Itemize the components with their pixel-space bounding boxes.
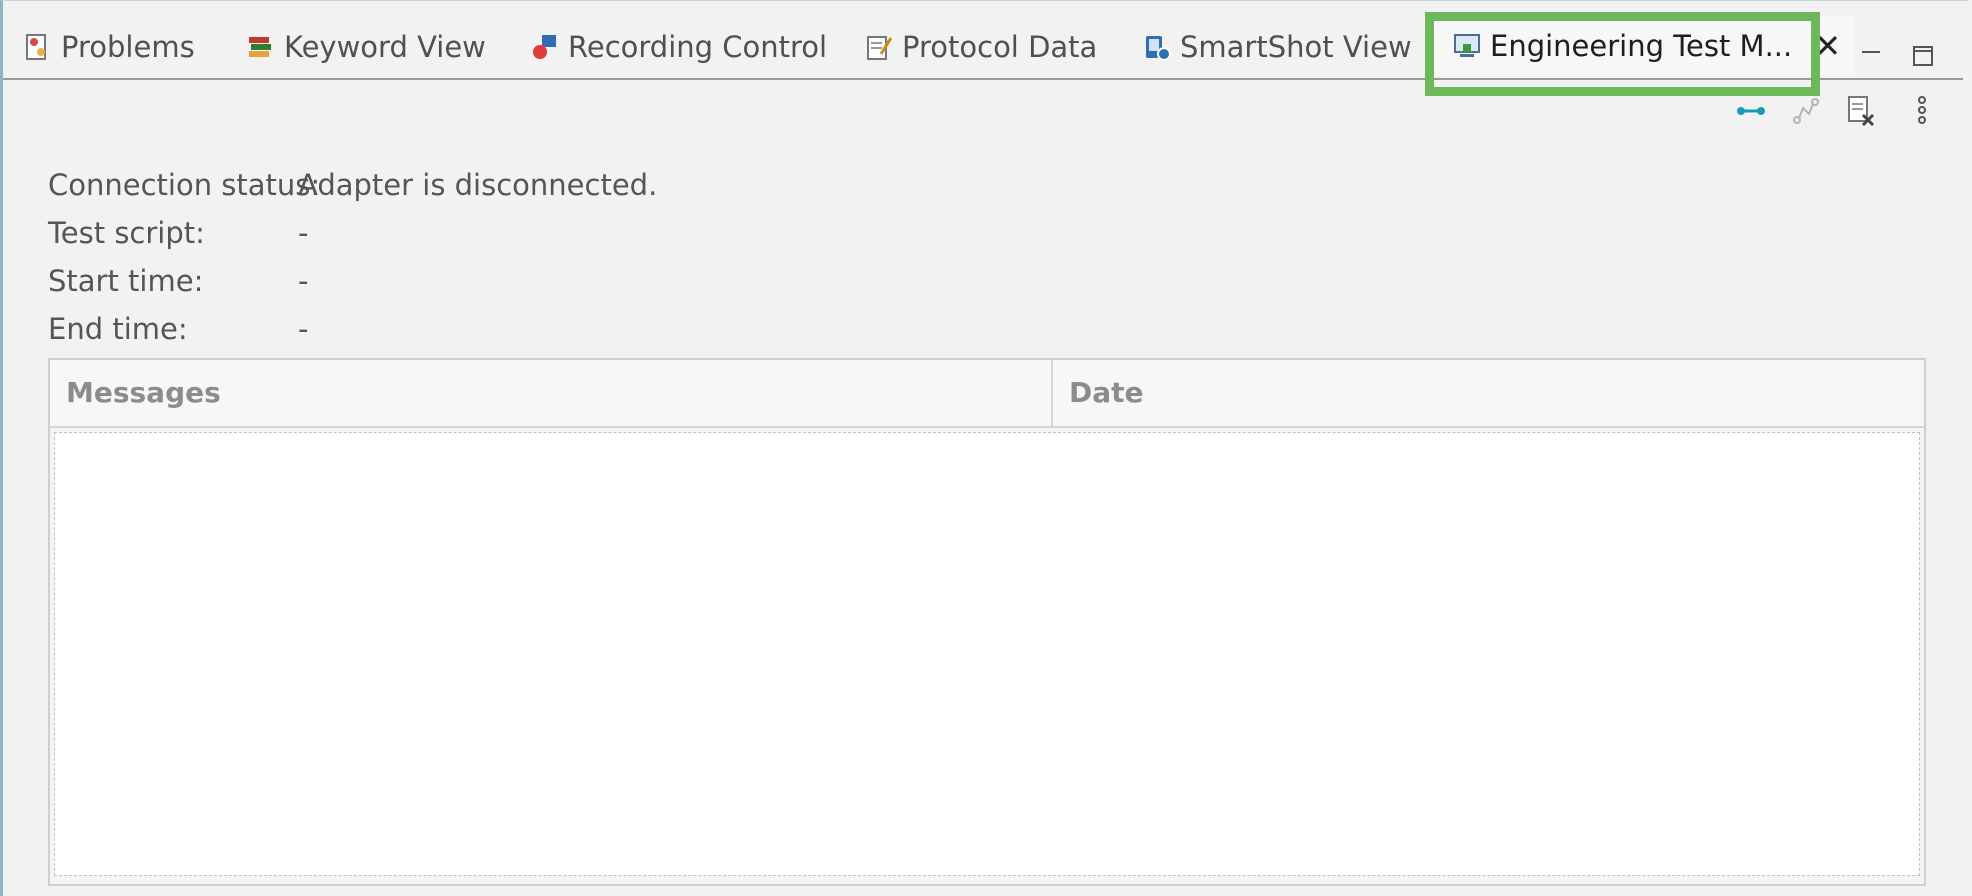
end-time-label: End time:	[48, 312, 188, 346]
keyword-view-icon	[246, 32, 276, 62]
tab-keyword-view-label: Keyword View	[284, 30, 486, 64]
tab-problems-label: Problems	[61, 30, 195, 64]
start-time-label: Start time:	[48, 264, 204, 298]
column-header-messages[interactable]: Messages	[50, 360, 1051, 426]
end-time-value: -	[298, 312, 309, 346]
tab-recording-control-label: Recording Control	[568, 30, 828, 64]
tab-protocol-data-label: Protocol Data	[902, 30, 1098, 64]
connection-status-value: Adapter is disconnected.	[298, 168, 658, 202]
clear-log-button[interactable]	[1844, 94, 1878, 128]
start-time-value: -	[298, 264, 309, 298]
connection-status-label: Connection status:	[48, 168, 321, 202]
recording-control-icon	[530, 32, 560, 62]
minimize-button[interactable]	[1859, 44, 1883, 68]
active-tab-highlight	[1425, 12, 1820, 96]
tab-recording-control[interactable]: Recording Control	[530, 22, 827, 72]
tab-keyword-view[interactable]: Keyword View	[246, 22, 486, 72]
test-script-label: Test script:	[48, 216, 205, 250]
tab-smartshot-view-label: SmartShot View	[1180, 30, 1412, 64]
tab-problems[interactable]: Problems	[23, 22, 195, 72]
smartshot-view-icon	[1142, 32, 1172, 62]
messages-table: Messages Date	[48, 358, 1926, 886]
disconnect-button[interactable]	[1789, 94, 1823, 128]
problems-icon	[23, 32, 53, 62]
tab-protocol-data[interactable]: Protocol Data	[864, 22, 1097, 72]
column-header-date[interactable]: Date	[1051, 360, 1924, 426]
table-header: Messages Date	[50, 360, 1924, 428]
tab-smartshot-view[interactable]: SmartShot View	[1142, 22, 1412, 72]
protocol-data-icon	[864, 32, 894, 62]
messages-list[interactable]	[54, 432, 1920, 876]
view-menu-icon[interactable]	[1912, 94, 1932, 128]
connect-button[interactable]	[1734, 94, 1768, 128]
maximize-button[interactable]	[1911, 44, 1935, 68]
test-script-value: -	[298, 216, 309, 250]
